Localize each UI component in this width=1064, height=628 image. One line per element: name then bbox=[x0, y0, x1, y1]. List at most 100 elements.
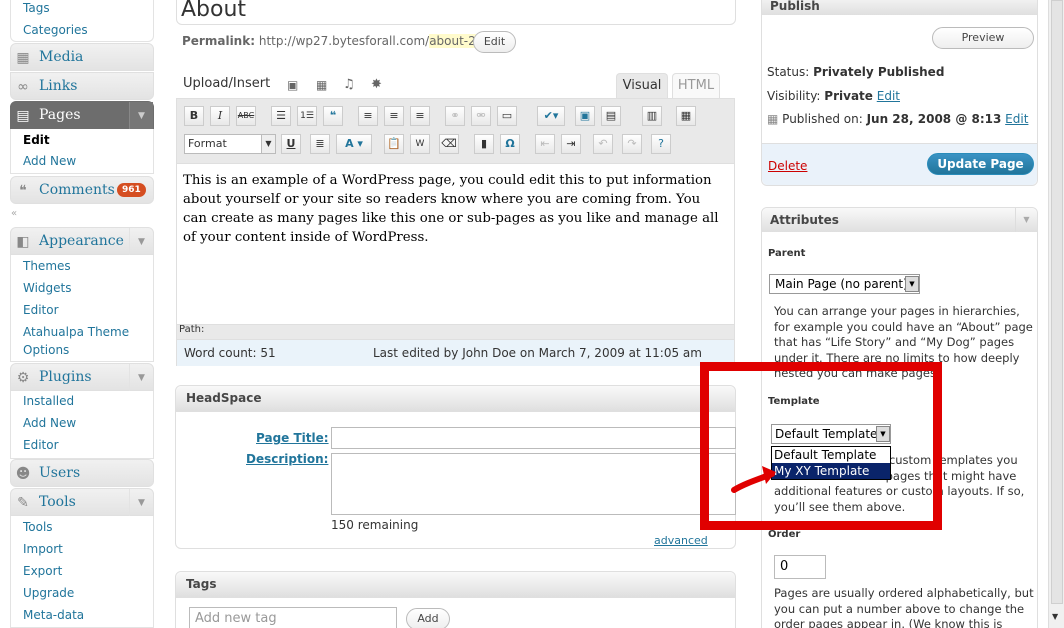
special-character-button[interactable]: Ω bbox=[500, 134, 520, 154]
help-icon[interactable]: ? bbox=[651, 134, 671, 154]
sidebar-sub-import[interactable]: Import bbox=[23, 542, 63, 556]
italic-button[interactable]: I bbox=[210, 106, 230, 126]
page-title-label[interactable]: Page Title: bbox=[256, 431, 329, 445]
chevron-down-icon[interactable]: ▼ bbox=[129, 364, 153, 392]
page-title-input[interactable] bbox=[331, 427, 736, 449]
insert-video-icon[interactable]: ▮ bbox=[474, 134, 494, 154]
headspace-box: HeadSpace Page Title: Description: 150 r… bbox=[175, 385, 736, 549]
remove-format-icon[interactable]: ⌫ bbox=[439, 134, 459, 154]
sidebar-sub-tools[interactable]: Tools bbox=[23, 520, 53, 534]
scroll-down-icon[interactable]: ▼ bbox=[1052, 612, 1058, 621]
sidebar-sub-atahualpa-theme[interactable]: Atahualpa Theme bbox=[23, 325, 129, 339]
table-button[interactable]: ▦ bbox=[676, 106, 696, 126]
sidebar-item-users[interactable]: ☻ Users bbox=[10, 459, 154, 487]
kitchen-sink-button[interactable]: ▤ bbox=[601, 106, 621, 126]
order-input[interactable]: 0 bbox=[774, 555, 826, 579]
chevron-down-icon[interactable]: ▼ bbox=[129, 489, 153, 517]
content-editor[interactable]: This is an example of a WordPress page, … bbox=[177, 163, 734, 325]
insert-page-button[interactable]: ▥ bbox=[642, 106, 662, 126]
update-page-button[interactable]: Update Page bbox=[927, 153, 1034, 175]
sidebar-sub-plugin-editor[interactable]: Editor bbox=[23, 438, 59, 452]
sidebar-sub-tags[interactable]: Tags bbox=[23, 1, 50, 15]
template-select[interactable]: Default Template ▼ bbox=[771, 424, 891, 444]
publish-title[interactable]: Publish bbox=[762, 0, 1037, 15]
add-video-icon[interactable]: ▦ bbox=[316, 78, 327, 92]
sidebar-sub-widgets[interactable]: Widgets bbox=[23, 281, 72, 295]
chevron-down-icon[interactable]: ▼ bbox=[129, 102, 153, 130]
bullet-list-button[interactable]: ☰ bbox=[271, 106, 291, 126]
published-edit-link[interactable]: Edit bbox=[1005, 112, 1028, 126]
underline-button[interactable]: U bbox=[281, 134, 301, 154]
justify-button[interactable]: ≣ bbox=[310, 134, 330, 154]
advanced-link[interactable]: advanced bbox=[654, 534, 708, 547]
add-tag-button[interactable]: Add bbox=[406, 608, 450, 628]
template-option-default[interactable]: Default Template bbox=[772, 447, 890, 463]
outdent-button[interactable]: ⇤ bbox=[535, 134, 555, 154]
preview-button[interactable]: Preview bbox=[932, 27, 1034, 49]
sidebar-sub-editor[interactable]: Editor bbox=[23, 303, 59, 317]
permalink-edit-button[interactable]: Edit bbox=[473, 31, 516, 53]
sidebar-sub-add-new-page[interactable]: Add New bbox=[23, 154, 76, 168]
template-option-my-xy[interactable]: My XY Template bbox=[772, 463, 890, 479]
bold-button[interactable]: B bbox=[184, 106, 204, 126]
paste-text-button[interactable]: 📋 bbox=[384, 134, 404, 154]
description-label[interactable]: Description: bbox=[246, 452, 328, 466]
delete-link[interactable]: Delete bbox=[768, 159, 807, 173]
sidebar-sub-upgrade[interactable]: Upgrade bbox=[23, 586, 74, 600]
sidebar-sub-atahualpa-options[interactable]: Options bbox=[23, 343, 69, 357]
align-right-button[interactable]: ≡ bbox=[410, 106, 430, 126]
link-icon[interactable]: ⚭ bbox=[445, 106, 465, 126]
sidebar-item-links[interactable]: ∞ Links bbox=[10, 72, 154, 100]
chevron-down-icon[interactable]: ▼ bbox=[1015, 208, 1037, 232]
plugins-submenu: Installed Add New Editor bbox=[10, 391, 154, 459]
text-color-button[interactable]: A ▾ bbox=[336, 134, 372, 154]
sidebar-sub-add-new-plugin[interactable]: Add New bbox=[23, 416, 76, 430]
tab-html[interactable]: HTML bbox=[672, 73, 720, 98]
more-tag-button[interactable]: ▭ bbox=[497, 106, 517, 126]
sidebar-item-media[interactable]: ▦ Media bbox=[10, 43, 154, 71]
sidebar-item-appearance[interactable]: ◧ Appearance ▼ bbox=[10, 227, 154, 256]
strikethrough-button[interactable]: ABC bbox=[236, 106, 256, 126]
sidebar-sub-meta-data[interactable]: Meta-data bbox=[23, 608, 84, 622]
sidebar-sub-export[interactable]: Export bbox=[23, 564, 62, 578]
add-image-icon[interactable]: ▣ bbox=[287, 78, 298, 92]
parent-select[interactable]: Main Page (no parent) ▼ bbox=[769, 274, 920, 294]
tab-visual[interactable]: Visual bbox=[616, 73, 668, 98]
tags-title[interactable]: Tags bbox=[176, 572, 735, 598]
add-audio-icon[interactable]: ♫ bbox=[343, 77, 355, 92]
align-center-button[interactable]: ≡ bbox=[384, 106, 404, 126]
unlink-icon[interactable]: ⚮ bbox=[471, 106, 491, 126]
page-scrollbar[interactable]: ▼ bbox=[1048, 0, 1064, 628]
collapse-menu-icon[interactable]: « bbox=[11, 208, 17, 219]
sidebar-sub-installed[interactable]: Installed bbox=[23, 394, 74, 408]
align-left-button[interactable]: ≡ bbox=[358, 106, 378, 126]
title-input[interactable]: About bbox=[176, 0, 736, 25]
numbered-list-button[interactable]: 1☰ bbox=[297, 106, 317, 126]
visibility-edit-link[interactable]: Edit bbox=[877, 89, 900, 103]
blockquote-button[interactable]: ❝ bbox=[323, 106, 343, 126]
sidebar-sub-categories[interactable]: Categories bbox=[23, 23, 88, 37]
sidebar-item-tools[interactable]: ✎ Tools ▼ bbox=[10, 488, 154, 517]
sidebar-item-pages[interactable]: ▤ Pages ▼ bbox=[10, 101, 154, 130]
chevron-down-icon[interactable]: ▼ bbox=[129, 228, 153, 256]
sidebar-sub-themes[interactable]: Themes bbox=[23, 259, 71, 273]
add-media-icon[interactable]: ✸ bbox=[371, 77, 382, 92]
template-dropdown-list: Default Template My XY Template bbox=[771, 446, 891, 480]
scrollbar-thumb[interactable] bbox=[1051, 0, 1063, 604]
undo-icon[interactable]: ↶ bbox=[593, 134, 613, 154]
indent-button[interactable]: ⇥ bbox=[561, 134, 581, 154]
sidebar-sub-edit[interactable]: Edit bbox=[23, 133, 50, 147]
attributes-header[interactable]: Attributes ▼ bbox=[762, 208, 1037, 232]
sidebar-item-plugins[interactable]: ⚙ Plugins ▼ bbox=[10, 363, 154, 392]
description-textarea[interactable] bbox=[331, 453, 736, 515]
sidebar-item-comments[interactable]: ❝ Comments 961 bbox=[10, 176, 154, 204]
paste-word-button[interactable]: W bbox=[410, 134, 430, 154]
new-tag-input[interactable]: Add new tag bbox=[189, 607, 397, 628]
headspace-title[interactable]: HeadSpace bbox=[176, 386, 735, 412]
permalink-slug[interactable]: about-2 bbox=[429, 34, 476, 48]
redo-icon[interactable]: ↷ bbox=[622, 134, 642, 154]
permalink-base: http://wp27.bytesforall.com/ bbox=[258, 34, 430, 48]
fullscreen-button[interactable]: ▣ bbox=[575, 106, 595, 126]
spellcheck-button[interactable]: ✔▾ bbox=[537, 106, 565, 126]
format-select[interactable]: Format ▼ bbox=[184, 134, 276, 154]
